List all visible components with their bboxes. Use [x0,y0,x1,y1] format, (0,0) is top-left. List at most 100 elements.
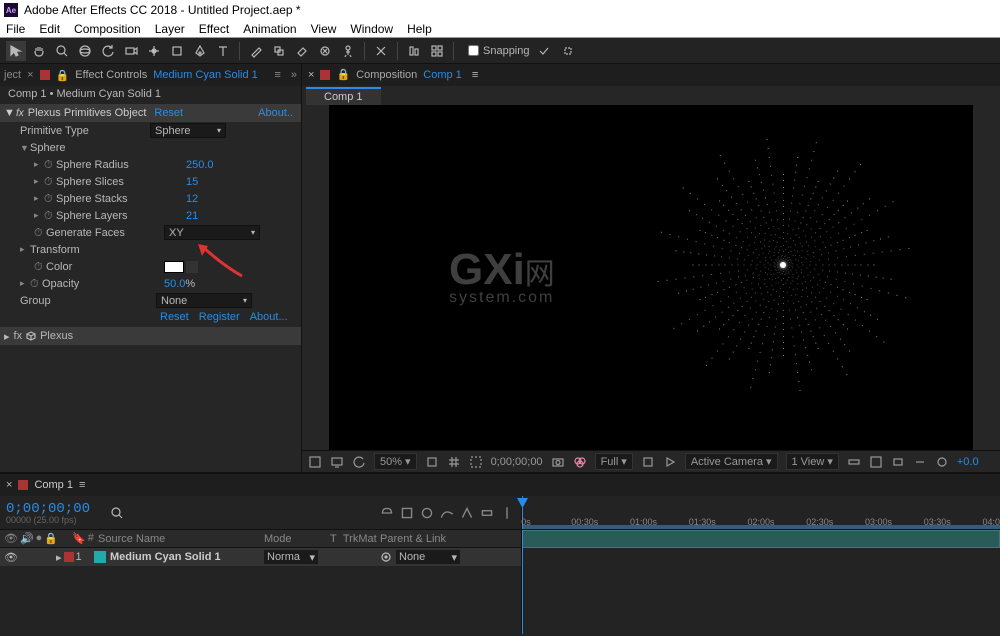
zoom-dropdown[interactable]: 50%▾ [374,453,417,470]
pan-behind-tool-icon[interactable] [144,41,164,61]
mask-icon[interactable] [469,455,483,469]
camera-tool-icon[interactable] [121,41,141,61]
effect-header-plexus-primitives[interactable]: ▼ fx Plexus Primitives Object Reset Abou… [0,104,301,122]
zoom-tool-icon[interactable] [52,41,72,61]
composition-name[interactable]: Comp 1 [423,69,462,81]
local-axis-icon[interactable] [371,41,391,61]
group-dropdown[interactable]: None▾ [156,293,252,308]
layer-color-swatch[interactable] [94,551,106,563]
layer-row[interactable]: 👁 ▸ 1 Medium Cyan Solid 1 Norma▾ None▾ [0,548,521,566]
snapshot-icon[interactable] [551,455,565,469]
group-sphere[interactable]: ▼ Sphere [0,139,301,156]
camera-dropdown[interactable]: Active Camera▾ [685,453,778,470]
markers-icon[interactable] [499,505,515,521]
twirl-icon[interactable]: ▸ [34,159,44,170]
puppet-tool-icon[interactable] [338,41,358,61]
selection-tool-icon[interactable] [6,41,26,61]
color-mgmt-icon[interactable] [573,455,587,469]
guide-icon[interactable] [869,455,883,469]
view-dropdown[interactable]: 1 View▾ [786,453,839,470]
twirl-icon[interactable]: ▸ [4,330,10,343]
twirl-icon[interactable]: ▸ [34,210,44,221]
snap-extend-icon[interactable] [558,41,578,61]
render-icon[interactable] [663,455,677,469]
color-swatch[interactable] [164,261,184,273]
menu-composition[interactable]: Composition [74,22,141,36]
sphere-radius-value[interactable]: 250.0 [186,159,214,171]
rect-tool-icon[interactable] [167,41,187,61]
generate-faces-dropdown[interactable]: XY▾ [164,225,260,240]
3d-icon[interactable] [641,455,655,469]
col-parent[interactable]: Parent & Link [380,533,521,545]
twirl-icon[interactable]: ▸ [20,244,30,255]
text-tool-icon[interactable] [213,41,233,61]
lock-icon[interactable]: 🔒 [336,68,350,81]
menu-layer[interactable]: Layer [155,22,185,36]
sphere-layers-value[interactable]: 21 [186,210,198,222]
opacity-value[interactable]: 50.0 [164,278,185,290]
menu-file[interactable]: File [6,22,25,36]
shy-icon[interactable] [379,505,395,521]
frame-blend-icon[interactable] [399,505,415,521]
stopwatch-icon[interactable]: ⏱ [44,176,56,188]
stopwatch-icon[interactable]: ⏱ [44,193,56,205]
motion-blur-icon[interactable] [419,505,435,521]
stopwatch-icon[interactable]: ⏱ [44,159,56,171]
pickwhip-icon[interactable] [380,551,392,563]
grid-icon[interactable] [427,41,447,61]
viewer-timecode[interactable]: 0;00;00;00 [491,456,543,468]
clone-tool-icon[interactable] [269,41,289,61]
snapping-checkbox[interactable] [468,45,479,56]
layer-duration-bar[interactable] [522,530,1000,548]
lock-icon[interactable]: 🔒 [56,69,70,82]
menu-animation[interactable]: Animation [243,22,296,36]
primitive-type-dropdown[interactable]: Sphere▾ [150,123,226,138]
brush-tool-icon[interactable] [246,41,266,61]
exposure-value[interactable]: +0.0 [957,456,979,468]
refresh-icon[interactable] [352,455,366,469]
menu-edit[interactable]: Edit [39,22,60,36]
quality-dropdown[interactable]: Full▾ [595,453,633,470]
blend-mode-dropdown[interactable]: Norma▾ [264,550,318,564]
track-rows[interactable] [522,530,1000,634]
twirl-icon[interactable]: ▸ [20,278,30,289]
layer-name[interactable]: Medium Cyan Solid 1 [110,551,221,563]
layer-color-tag[interactable] [64,552,74,562]
group-transform[interactable]: ▸ Transform [0,241,301,258]
sphere-stacks-value[interactable]: 12 [186,193,198,205]
about-link[interactable]: About.. [258,107,293,119]
eye-icon[interactable]: 👁 [4,551,16,563]
footer-about-link[interactable]: About... [250,311,288,323]
stopwatch-icon[interactable]: ⏱ [34,261,46,273]
search-icon[interactable] [110,506,124,520]
pixel-aspect-icon[interactable] [891,455,905,469]
hand-tool-icon[interactable] [29,41,49,61]
res-icon[interactable] [425,455,439,469]
twirl-icon[interactable]: ▸ [34,176,44,187]
fx-badge-icon[interactable]: fx [14,330,23,342]
alpha-icon[interactable] [308,455,322,469]
col-source-name[interactable]: Source Name [94,533,264,545]
stopwatch-icon[interactable]: ⏱ [34,227,46,239]
exposure-icon[interactable] [935,455,949,469]
composition-viewer[interactable]: GXi网 system.com [302,105,1000,450]
reset-link[interactable]: Reset [154,107,183,119]
project-tab-fragment[interactable]: ject [4,69,21,81]
time-ruler[interactable]: 0s00:30s01:00s01:30s02:00s02:30s03:00s03… [522,496,1000,530]
twirl-icon[interactable]: ▼ [20,143,30,153]
col-mode[interactable]: Mode [264,533,330,545]
pen-tool-icon[interactable] [190,41,210,61]
stopwatch-icon[interactable]: ⏱ [44,210,56,222]
grid-toggle-icon[interactable] [447,455,461,469]
fx-badge-icon[interactable]: fx [16,108,24,119]
snap-opts-icon[interactable] [534,41,554,61]
switches-icon[interactable] [479,505,495,521]
comp-subtab[interactable]: Comp 1 [306,87,381,105]
effect-header-plexus[interactable]: ▸ fx Plexus [0,327,301,345]
effect-controls-tab-label[interactable]: Effect Controls [75,69,147,81]
monitor-icon[interactable] [330,455,344,469]
rotobrush-tool-icon[interactable] [315,41,335,61]
timeline-tab[interactable]: Comp 1 [34,479,73,491]
rotate-tool-icon[interactable] [98,41,118,61]
menu-effect[interactable]: Effect [199,22,229,36]
